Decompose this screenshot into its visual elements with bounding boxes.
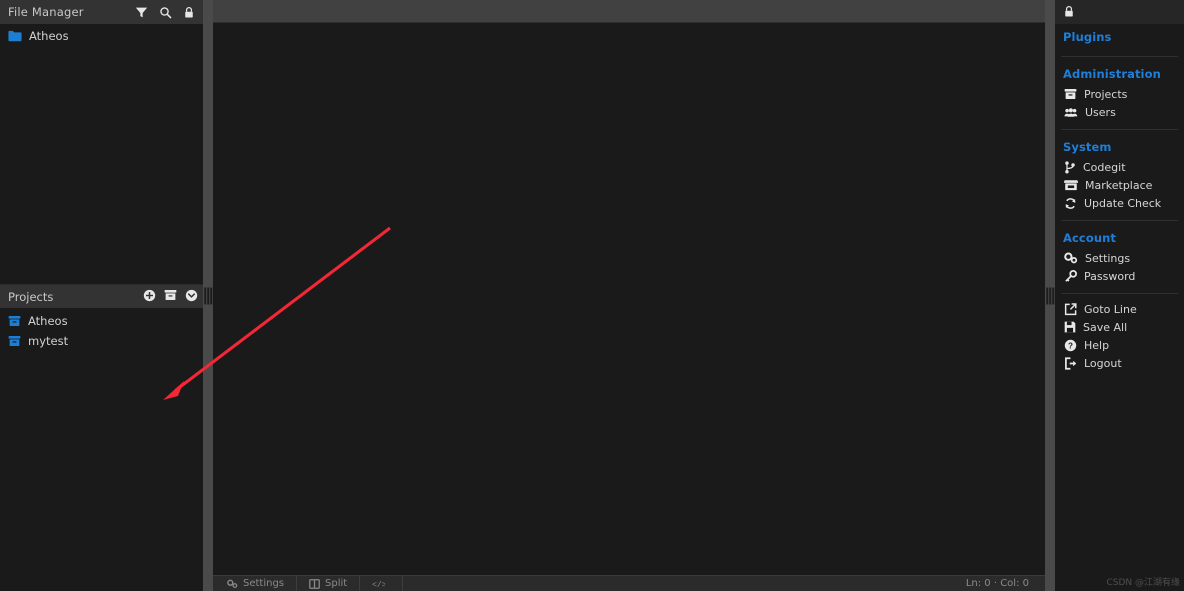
status-bar-left: Settings Split </> [227, 575, 404, 591]
sidebar-item-codegit[interactable]: Codegit [1055, 158, 1184, 176]
projects-title: Projects [8, 289, 54, 304]
sidebar-item-update-check[interactable]: Update Check [1055, 194, 1184, 212]
gears-icon [227, 579, 238, 589]
projects-header: Projects [0, 284, 203, 308]
archive-icon[interactable] [164, 289, 177, 304]
project-icon [8, 335, 21, 347]
sidebar-heading-system: System [1063, 140, 1112, 154]
watermark-text: CSDN @江湖有缘 [1106, 578, 1180, 588]
status-split-label: Split [325, 578, 348, 589]
sidebar-divider [1061, 56, 1178, 57]
right-splitter-handle[interactable] [1045, 0, 1055, 591]
question-circle-icon: ? [1064, 339, 1077, 352]
projects-panel-filler [0, 353, 203, 591]
file-tree-item[interactable]: Atheos [0, 26, 203, 46]
lock-icon[interactable] [1063, 3, 1075, 22]
sidebar-group-administration: Administration Projects Users [1055, 63, 1184, 126]
sidebar-item-logout[interactable]: Logout [1055, 354, 1184, 372]
file-tree: Atheos [0, 24, 203, 284]
status-code-button[interactable]: </> [360, 575, 404, 591]
sidebar-group-actions: Goto Line Save All ? Help Logout [1055, 300, 1184, 377]
project-list-item[interactable]: Atheos [0, 311, 203, 331]
sidebar-divider [1061, 293, 1178, 294]
sidebar-item-label: Settings [1085, 251, 1131, 265]
sidebar-item-label: Save All [1083, 320, 1128, 334]
gears-icon [1064, 252, 1078, 264]
sidebar-divider [1061, 220, 1178, 221]
splitter-grip-icon [204, 287, 212, 304]
sidebar-item-help[interactable]: ? Help [1055, 336, 1184, 354]
project-list-item-label: Atheos [28, 314, 68, 328]
sidebar-heading-account: Account [1063, 231, 1117, 245]
sidebar-item-marketplace[interactable]: Marketplace [1055, 176, 1184, 194]
cursor-position-indicator: Ln: 0 · Col: 0 [965, 578, 1029, 589]
left-sidebar: File Manager Atheos Projects Atheos myte… [0, 0, 203, 591]
sidebar-group-plugins: Plugins [1055, 26, 1184, 53]
atheos-ide-window: File Manager Atheos Projects Atheos myte… [0, 0, 1184, 591]
svg-text:</>: </> [372, 580, 385, 588]
status-settings-label: Settings [243, 578, 285, 589]
sidebar-item-label: Projects [1084, 87, 1128, 101]
folder-icon [8, 30, 22, 42]
sidebar-item-password[interactable]: Password [1055, 267, 1184, 285]
code-editor-area[interactable] [213, 23, 1045, 575]
project-list-item-label: mytest [28, 334, 69, 348]
file-tree-item-label: Atheos [29, 29, 69, 43]
sidebar-item-settings[interactable]: Settings [1055, 249, 1184, 267]
right-sidebar-header [1055, 0, 1184, 24]
sidebar-group-account: Account Settings Password [1055, 227, 1184, 290]
sidebar-item-save-all[interactable]: Save All [1055, 318, 1184, 336]
lock-icon[interactable] [183, 6, 195, 19]
file-manager-header: File Manager [0, 0, 203, 24]
save-icon [1064, 321, 1076, 333]
svg-text:?: ? [1068, 341, 1073, 350]
status-bar: Settings Split </> Ln: 0 · Col: 0 [213, 575, 1045, 591]
code-icon: </> [372, 579, 385, 588]
chevron-down-icon[interactable] [185, 289, 198, 305]
filter-icon[interactable] [135, 6, 148, 19]
sidebar-item-label: Help [1084, 338, 1110, 352]
sidebar-item-goto-line[interactable]: Goto Line [1055, 300, 1184, 318]
right-sidebar: Plugins Administration Projects Users Sy… [1055, 0, 1184, 591]
editor-column: Settings Split </> Ln: 0 · Col: 0 [213, 0, 1045, 591]
sidebar-divider [1061, 129, 1178, 130]
sidebar-item-label: Marketplace [1085, 178, 1153, 192]
users-icon [1064, 107, 1078, 118]
add-project-icon[interactable] [143, 289, 156, 305]
sidebar-item-label: Goto Line [1084, 302, 1137, 316]
projects-list: Atheos mytest [0, 308, 203, 353]
sidebar-item-label: Logout [1084, 356, 1122, 370]
sidebar-item-projects[interactable]: Projects [1055, 85, 1184, 103]
status-split-button[interactable]: Split [297, 575, 361, 591]
logout-icon [1064, 356, 1077, 370]
right-sidebar-menu: Plugins Administration Projects Users Sy… [1055, 24, 1184, 591]
project-list-item[interactable]: mytest [0, 331, 203, 351]
sidebar-group-system: System Codegit Marketplace Update Check [1055, 136, 1184, 217]
editor-tab-bar[interactable] [213, 0, 1045, 23]
external-link-icon [1064, 302, 1077, 316]
code-branch-icon [1064, 160, 1076, 174]
sidebar-item-label: Codegit [1083, 160, 1126, 174]
project-icon [8, 315, 21, 327]
sidebar-item-label: Update Check [1084, 196, 1162, 210]
store-icon [1064, 179, 1078, 191]
split-icon [309, 578, 320, 589]
splitter-grip-icon [1046, 287, 1054, 304]
sidebar-item-label: Password [1084, 269, 1136, 283]
sidebar-heading-plugins: Plugins [1063, 30, 1112, 44]
refresh-icon [1064, 197, 1077, 210]
archive-icon [1064, 88, 1077, 100]
sidebar-item-label: Users [1085, 105, 1116, 119]
sidebar-item-users[interactable]: Users [1055, 103, 1184, 121]
key-icon [1064, 269, 1077, 283]
file-manager-title: File Manager [8, 5, 84, 19]
status-settings-button[interactable]: Settings [227, 575, 298, 591]
search-icon[interactable] [159, 6, 172, 19]
sidebar-heading-administration: Administration [1063, 67, 1161, 81]
left-splitter-handle[interactable] [203, 0, 213, 591]
